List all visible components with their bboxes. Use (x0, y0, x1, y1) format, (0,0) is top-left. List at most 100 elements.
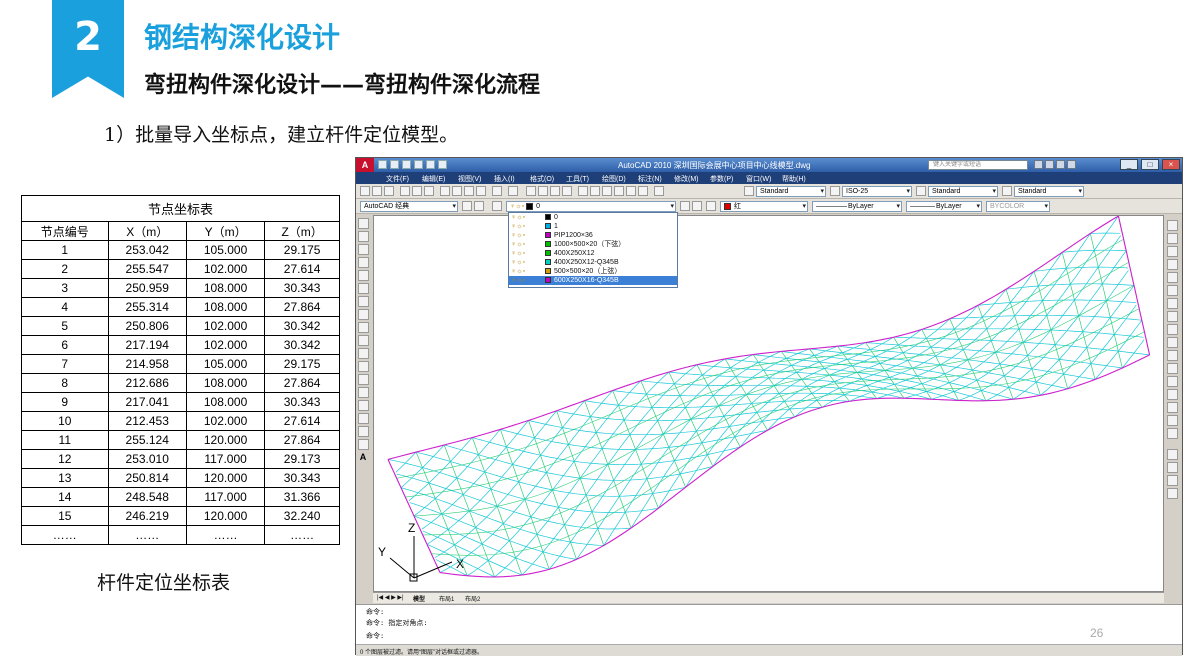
search-icon[interactable] (1034, 160, 1043, 169)
properties-icon[interactable] (578, 186, 588, 196)
menu-window[interactable]: 窗口(W) (746, 174, 771, 184)
cut-icon[interactable] (440, 186, 450, 196)
layer-list-item[interactable]: ♀☼▫ 0 (509, 213, 677, 222)
scale-icon[interactable] (1167, 311, 1178, 322)
copy-icon[interactable] (452, 186, 462, 196)
save-workspace-icon[interactable] (474, 201, 484, 211)
mirror-icon[interactable] (1167, 246, 1178, 257)
multiline-text-icon[interactable]: A (357, 452, 369, 462)
layer-list-item[interactable]: ♀☼▫ PIP1200×36 (509, 231, 677, 240)
new-icon[interactable] (360, 186, 370, 196)
spline-icon[interactable] (358, 322, 369, 333)
redo-icon[interactable] (426, 160, 435, 169)
tab-layout2[interactable]: 布局2 (465, 594, 480, 603)
tab-nav-arrows[interactable]: |◀ ◀ ▶ ▶| (377, 594, 404, 601)
match-properties-icon[interactable] (476, 186, 486, 196)
break-at-point-icon[interactable] (1167, 363, 1178, 374)
maximize-button[interactable]: □ (1141, 159, 1159, 170)
save-icon[interactable] (384, 186, 394, 196)
undo-icon[interactable] (414, 160, 423, 169)
circle-icon[interactable] (358, 296, 369, 307)
polyline-icon[interactable] (358, 244, 369, 255)
tab-layout1[interactable]: 布局1 (439, 594, 454, 603)
communication-center-icon[interactable] (1045, 160, 1054, 169)
workspace-settings-icon[interactable] (462, 201, 472, 211)
drawing-canvas[interactable]: Z X Y (373, 215, 1164, 592)
rotate-icon[interactable] (1167, 298, 1178, 309)
multileader-style-select[interactable]: Standard (1014, 186, 1084, 197)
stretch-icon[interactable] (1167, 324, 1178, 335)
lineweight-select[interactable]: ———— ByLayer (906, 201, 982, 212)
menu-dimension[interactable]: 标注(N) (638, 174, 662, 184)
zoom-previous-icon[interactable] (562, 186, 572, 196)
layer-state-icons[interactable]: ♀☼▫ (511, 231, 525, 240)
publish-icon[interactable] (424, 186, 434, 196)
markup-icon[interactable] (626, 186, 636, 196)
rectangle-icon[interactable] (358, 270, 369, 281)
explode-icon[interactable] (1167, 428, 1178, 439)
table-style-select[interactable]: Standard (928, 186, 998, 197)
text-style-select[interactable]: Standard (756, 186, 826, 197)
menu-file[interactable]: 文件(F) (386, 174, 409, 184)
table-icon[interactable] (358, 439, 369, 450)
help-icon[interactable] (1067, 160, 1076, 169)
menu-format[interactable]: 格式(O) (530, 174, 554, 184)
sheet-set-icon[interactable] (614, 186, 624, 196)
draworder-icon[interactable] (1167, 449, 1178, 460)
line-icon[interactable] (358, 218, 369, 229)
minimize-button[interactable]: _ (1120, 159, 1138, 170)
layer-state-icons[interactable]: ♀☼▫ (511, 249, 525, 258)
zoom-realtime-icon[interactable] (538, 186, 548, 196)
send-to-back-icon[interactable] (1167, 475, 1178, 486)
region-icon[interactable] (358, 426, 369, 437)
menu-insert[interactable]: 插入(I) (494, 174, 515, 184)
multileader-style-icon[interactable] (1002, 186, 1012, 196)
tool-palettes-icon[interactable] (602, 186, 612, 196)
pan-icon[interactable] (526, 186, 536, 196)
text-to-front-icon[interactable] (1167, 488, 1178, 499)
menu-parametric[interactable]: 参数(P) (710, 174, 733, 184)
layer-previous-icon[interactable] (692, 201, 702, 211)
menu-modify[interactable]: 修改(M) (674, 174, 699, 184)
layer-state-icons[interactable]: ♀☼▫ (511, 276, 525, 285)
hatch-icon[interactable] (358, 400, 369, 411)
redo-icon[interactable] (508, 186, 518, 196)
zoom-window-icon[interactable] (550, 186, 560, 196)
plot-icon[interactable] (400, 186, 410, 196)
tab-model[interactable]: 模型 (413, 594, 425, 603)
preview-icon[interactable] (412, 186, 422, 196)
layer-list-item[interactable]: ♀☼▫ 600X250X16-Q345B (509, 276, 677, 285)
menu-view[interactable]: 视图(V) (458, 174, 481, 184)
offset-icon[interactable] (1167, 259, 1178, 270)
command-window[interactable]: 命令: 命令: 指定对角点: 命令: (356, 604, 1182, 644)
menu-help[interactable]: 帮助(H) (782, 174, 806, 184)
layer-list-item[interactable]: ♀☼▫ 500×500×20（上弦） (509, 267, 677, 276)
point-icon[interactable] (358, 387, 369, 398)
fillet-icon[interactable] (1167, 415, 1178, 426)
menu-draw[interactable]: 绘图(D) (602, 174, 626, 184)
layer-manager-icon[interactable] (492, 201, 502, 211)
make-current-layer-icon[interactable] (680, 201, 690, 211)
construction-line-icon[interactable] (358, 231, 369, 242)
autocad-logo-icon[interactable]: A (356, 158, 374, 172)
move-icon[interactable] (1167, 285, 1178, 296)
polygon-icon[interactable] (358, 257, 369, 268)
bring-to-front-icon[interactable] (1167, 462, 1178, 473)
layer-list-item[interactable]: ♀☼▫ 400X250X12-Q345B (509, 258, 677, 267)
copy-object-icon[interactable] (1167, 233, 1178, 244)
ellipse-arc-icon[interactable] (358, 348, 369, 359)
layer-state-icons[interactable]: ♀☼▫ (511, 213, 525, 222)
open-icon[interactable] (372, 186, 382, 196)
close-button[interactable]: × (1162, 159, 1180, 170)
insert-block-icon[interactable] (358, 361, 369, 372)
design-center-icon[interactable] (590, 186, 600, 196)
arc-icon[interactable] (358, 283, 369, 294)
layer-state-icons[interactable]: ♀☼▫ (511, 240, 525, 249)
layer-states-icon[interactable] (706, 201, 716, 211)
plot-icon[interactable] (438, 160, 447, 169)
layer-state-icons[interactable]: ♀☼▫ (511, 258, 525, 267)
text-style-icon[interactable] (744, 186, 754, 196)
workspace-select[interactable]: AutoCAD 经典 (360, 201, 458, 212)
layer-list-item[interactable]: ♀☼▫ 400X250X12 (509, 249, 677, 258)
layer-list-item[interactable]: ♀☼▫ 1 (509, 222, 677, 231)
